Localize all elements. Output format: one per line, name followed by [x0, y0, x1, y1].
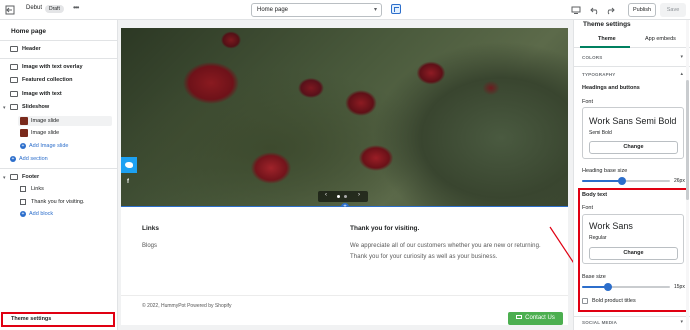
change-heading-font-button[interactable]: Change — [589, 141, 678, 154]
font-label: Font — [582, 99, 594, 105]
scrollbar-thumb[interactable] — [686, 80, 689, 200]
base-size-value: 15px — [674, 284, 685, 290]
slideshow-hero-image[interactable] — [121, 28, 568, 206]
add-image-slide-button[interactable]: + Add Image slide — [20, 141, 68, 151]
footer-link-blogs[interactable]: Blogs — [142, 243, 157, 249]
collapse-caret-icon[interactable]: ▾ — [3, 175, 6, 181]
bold-product-titles-label: Bold product titles — [592, 298, 636, 304]
slideshow-section-icon — [10, 104, 18, 110]
chevron-down-icon: ▾ — [680, 319, 683, 325]
slide-thumbnail — [20, 117, 28, 125]
slide-thumbnail — [20, 129, 28, 137]
footer-section-icon — [10, 174, 18, 180]
font-label: Font — [582, 205, 594, 211]
sidebar-title: Home page — [11, 28, 47, 35]
headings-and-buttons-heading: Headings and buttons — [582, 85, 640, 91]
heading-size-slider[interactable] — [582, 177, 670, 185]
device-preview-icon[interactable] — [571, 5, 581, 15]
sidebar-block-thank-you[interactable]: Thank you for visiting. — [0, 197, 118, 207]
previous-slide-icon[interactable]: ‹ — [325, 192, 327, 198]
divider — [0, 168, 118, 169]
save-button[interactable]: Save — [660, 3, 686, 17]
image-section-icon — [10, 91, 18, 97]
sidebar-block-image-slide[interactable]: Image slide — [18, 116, 112, 126]
change-body-font-button[interactable]: Change — [589, 247, 678, 260]
tab-app-embeds[interactable]: App embeds — [645, 36, 676, 42]
slider-thumb[interactable] — [617, 177, 626, 185]
plus-circle-icon: + — [20, 210, 26, 217]
next-slide-icon[interactable]: › — [358, 192, 360, 198]
add-block-button[interactable]: + Add block — [20, 209, 53, 219]
chevron-up-icon: ▴ — [680, 71, 683, 77]
sections-sidebar: Home page Header Image with text overlay… — [0, 20, 118, 330]
undo-icon[interactable] — [590, 5, 600, 15]
slideshow-controls: ‹ › — [318, 191, 368, 202]
tab-theme[interactable]: Theme — [598, 36, 616, 42]
footer-thanks-heading: Thank you for visiting. — [350, 225, 420, 232]
footer-links-heading: Links — [142, 225, 159, 232]
more-actions-button[interactable]: ••• — [73, 3, 79, 12]
font-style: Semi Bold — [589, 130, 612, 136]
body-font-picker: Work Sans Regular Change — [582, 214, 684, 264]
publish-button[interactable]: Publish — [628, 3, 656, 17]
status-badge: Draft — [45, 5, 64, 13]
divider — [121, 295, 568, 296]
slider-fill — [582, 180, 622, 182]
menu-block-icon — [20, 186, 26, 192]
chevron-down-icon: ▾ — [680, 54, 683, 60]
redo-icon[interactable] — [605, 5, 615, 15]
exit-icon[interactable] — [5, 5, 15, 15]
slide-dot[interactable] — [344, 195, 347, 198]
base-size-label: Base size — [582, 274, 606, 280]
chevron-down-icon: ▾ — [373, 7, 377, 13]
footer-section: Links Blogs Thank you for visiting. We a… — [121, 207, 568, 325]
font-name: Work Sans Semi Bold — [589, 116, 677, 126]
contact-us-button[interactable]: Contact Us — [508, 312, 563, 325]
theme-name: Debut — [26, 5, 43, 11]
font-name: Work Sans — [589, 221, 633, 231]
panel-title: Theme settings — [583, 21, 631, 28]
image-section-icon — [10, 64, 18, 70]
divider — [0, 40, 118, 41]
footer-thanks-message: We appreciate all of our customers wheth… — [350, 243, 541, 260]
plus-circle-icon: + — [10, 155, 16, 162]
theme-settings-panel: Theme settings Theme App embeds COLORS ▾… — [573, 20, 690, 330]
divider — [574, 316, 690, 317]
footer-copyright: © 2022, HummyPot Powered by Shopify — [142, 303, 232, 309]
typography-section-toggle[interactable]: TYPOGRAPHY ▴ — [574, 70, 690, 80]
text-block-icon — [20, 199, 26, 205]
base-size-slider[interactable] — [582, 283, 670, 291]
heading-base-size-label: Heading base size — [582, 168, 628, 174]
collapse-caret-icon[interactable]: ▾ — [3, 105, 6, 111]
social-media-section-toggle[interactable]: SOCIAL MEDIA ▾ — [574, 319, 690, 329]
divider — [0, 58, 118, 59]
bold-product-titles-checkbox[interactable] — [582, 298, 588, 304]
sidebar-block-links[interactable]: Links — [0, 184, 118, 194]
slide-dot-active[interactable] — [337, 195, 340, 198]
inspector-toggle-icon[interactable] — [391, 4, 401, 14]
sidebar-block-image-slide[interactable]: Image slide — [18, 128, 112, 138]
plus-circle-icon: + — [20, 142, 26, 149]
add-section-button[interactable]: + Add section — [10, 154, 48, 164]
header-section-icon — [10, 46, 18, 52]
top-bar: Debut Draft ••• Home page ▾ Publish Save — [0, 0, 690, 20]
mail-icon — [516, 315, 523, 320]
font-style: Regular — [589, 235, 607, 241]
divider — [574, 66, 690, 67]
page-select-value: Home page — [257, 7, 289, 13]
tab-active-indicator — [580, 46, 630, 48]
heading-size-value: 26px — [674, 178, 685, 184]
theme-settings-button[interactable]: Theme settings — [1, 312, 115, 327]
body-text-heading: Body text — [582, 192, 608, 198]
collection-section-icon — [10, 77, 18, 83]
page-select[interactable]: Home page ▾ — [251, 3, 382, 17]
facebook-icon[interactable]: f — [127, 179, 129, 185]
twitter-icon[interactable] — [121, 157, 137, 173]
colors-section-toggle[interactable]: COLORS ▾ — [574, 53, 690, 63]
heading-font-picker: Work Sans Semi Bold Semi Bold Change — [582, 107, 684, 159]
